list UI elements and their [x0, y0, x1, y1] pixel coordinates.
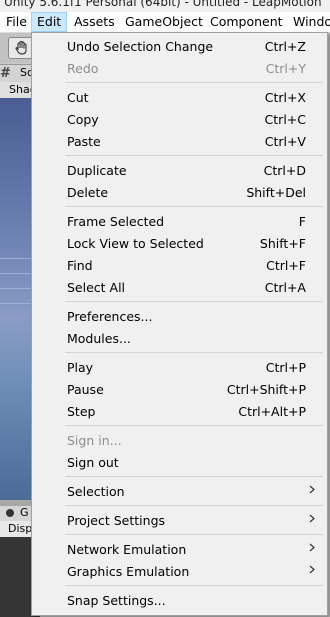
menu-item-label: Step: [67, 404, 96, 419]
menu-item-shortcut: Shift+Del: [246, 185, 306, 200]
menu-item-label: Sign in...: [67, 433, 122, 448]
hand-icon: [15, 40, 27, 55]
menu-item-label: Selection: [67, 484, 125, 499]
menu-assets[interactable]: Assets: [69, 12, 120, 32]
menu-item-label: Graphics Emulation: [67, 564, 190, 579]
menu-item-shortcut: Ctrl+P: [265, 360, 306, 375]
menu-separator: [65, 505, 323, 506]
menu-item-project-settings[interactable]: Project Settings: [34, 509, 325, 531]
menu-item-shortcut: Ctrl+D: [263, 163, 306, 178]
menu-item-shortcut: Ctrl+Y: [265, 61, 306, 76]
menu-item-step[interactable]: Step Ctrl+Alt+P: [34, 400, 325, 422]
menu-item-label: Duplicate: [67, 163, 127, 178]
window-titlebar: Unity 5.6.1f1 Personal (64bit) - Untitle…: [0, 0, 330, 12]
menu-item-snap-settings[interactable]: Snap Settings...: [34, 589, 325, 611]
menu-item-sign-out[interactable]: Sign out: [34, 451, 325, 473]
menu-item-delete[interactable]: Delete Shift+Del: [34, 181, 325, 203]
menu-item-sign-in: Sign in...: [34, 429, 325, 451]
scene-grid-icon: #: [0, 66, 11, 81]
menu-item-undo-selection-change[interactable]: Undo Selection Change Ctrl+Z: [34, 35, 325, 57]
menu-item-label: Lock View to Selected: [67, 236, 204, 251]
menu-item-label: Snap Settings...: [67, 593, 166, 608]
menu-separator: [65, 476, 323, 477]
submenu-arrow-icon: [309, 485, 315, 494]
menu-item-label: Select All: [67, 280, 126, 295]
menu-file[interactable]: File: [1, 12, 32, 32]
menu-item-shortcut: Shift+F: [259, 236, 306, 251]
menu-item-label: Preferences...: [67, 309, 153, 324]
menu-item-modules[interactable]: Modules...: [34, 327, 325, 349]
main-menubar: File Edit Assets GameObject Component Wi…: [0, 12, 330, 33]
menu-item-preferences[interactable]: Preferences...: [34, 305, 325, 327]
menu-item-copy[interactable]: Copy Ctrl+C: [34, 108, 325, 130]
menu-item-network-emulation[interactable]: Network Emulation: [34, 538, 325, 560]
menu-item-label: Paste: [67, 134, 101, 149]
menu-item-shortcut: Ctrl+Alt+P: [238, 404, 306, 419]
submenu-arrow-icon: [309, 543, 315, 552]
menu-item-shortcut: Ctrl+A: [264, 280, 306, 295]
menu-item-selection[interactable]: Selection: [34, 480, 325, 502]
menu-item-select-all[interactable]: Select All Ctrl+A: [34, 276, 325, 298]
menu-item-play[interactable]: Play Ctrl+P: [34, 356, 325, 378]
menu-separator: [65, 585, 323, 586]
submenu-arrow-icon: [309, 565, 315, 574]
menu-item-find[interactable]: Find Ctrl+F: [34, 254, 325, 276]
menu-item-shortcut: Ctrl+F: [266, 258, 306, 273]
menu-item-paste[interactable]: Paste Ctrl+V: [34, 130, 325, 152]
menu-separator: [65, 82, 323, 83]
menu-item-label: Cut: [67, 90, 89, 105]
submenu-arrow-icon: [309, 514, 315, 523]
menu-item-shortcut: F: [298, 214, 306, 229]
menu-item-label: Network Emulation: [67, 542, 187, 557]
menu-item-label: Copy: [67, 112, 99, 127]
menu-component[interactable]: Component: [205, 12, 288, 32]
display-dropdown[interactable]: Disp: [8, 522, 32, 535]
menu-separator: [65, 352, 323, 353]
menu-item-label: Sign out: [67, 455, 119, 470]
menu-separator: [65, 301, 323, 302]
menu-item-cut[interactable]: Cut Ctrl+X: [34, 86, 325, 108]
menu-window[interactable]: Windo: [288, 12, 330, 32]
menu-item-pause[interactable]: Pause Ctrl+Shift+P: [34, 378, 325, 400]
menu-item-shortcut: Ctrl+C: [264, 112, 306, 127]
menu-item-label: Frame Selected: [67, 214, 165, 229]
menu-separator: [65, 534, 323, 535]
menu-item-shortcut: Ctrl+Shift+P: [226, 382, 306, 397]
menu-item-frame-selected[interactable]: Frame Selected F: [34, 210, 325, 232]
edit-menu-dropdown: Undo Selection Change Ctrl+Z Redo Ctrl+Y Cut…: [31, 32, 328, 616]
window-title: Unity 5.6.1f1 Personal (64bit) - Untitle…: [4, 0, 322, 9]
menu-separator: [65, 425, 323, 426]
menu-gameobject[interactable]: GameObject: [120, 12, 208, 32]
menu-separator: [65, 155, 323, 156]
menu-item-duplicate[interactable]: Duplicate Ctrl+D: [34, 159, 325, 181]
menu-item-label: Undo Selection Change: [67, 39, 214, 54]
game-camera-icon: [6, 509, 14, 517]
menu-item-lock-view-to-selected[interactable]: Lock View to Selected Shift+F: [34, 232, 325, 254]
menu-item-shortcut: Ctrl+V: [264, 134, 306, 149]
menu-item-label: Play: [67, 360, 94, 375]
menu-item-label: Project Settings: [67, 513, 166, 528]
menu-item-shortcut: Ctrl+X: [264, 90, 306, 105]
menu-item-graphics-emulation[interactable]: Graphics Emulation: [34, 560, 325, 582]
menu-item-label: Modules...: [67, 331, 131, 346]
game-tab[interactable]: G: [20, 506, 29, 519]
menu-separator: [65, 206, 323, 207]
menu-item-label: Redo: [67, 61, 99, 76]
menu-item-redo: Redo Ctrl+Y: [34, 57, 325, 79]
menu-item-label: Find: [67, 258, 93, 273]
menu-item-label: Delete: [67, 185, 109, 200]
menu-item-label: Pause: [67, 382, 104, 397]
menu-item-shortcut: Ctrl+Z: [264, 39, 306, 54]
menu-edit[interactable]: Edit: [31, 12, 68, 32]
